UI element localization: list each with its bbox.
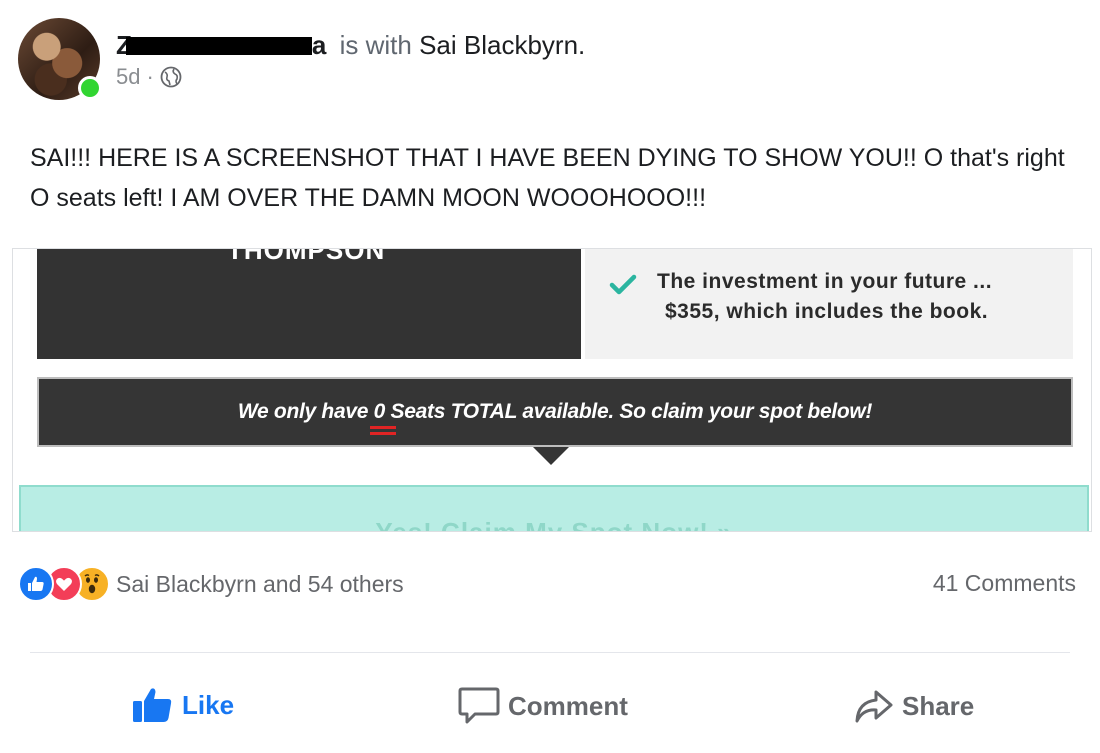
seats-banner-text: We only have 0 Seats TOTAL available. So… xyxy=(238,400,872,435)
comments-count[interactable]: 41 Comments xyxy=(933,570,1076,597)
banner-arrow xyxy=(533,447,569,465)
share-button[interactable]: Share xyxy=(854,688,974,724)
post-body-text: SAI!!! HERE IS A SCREENSHOT THAT I HAVE … xyxy=(30,144,1065,212)
comment-label: Comment xyxy=(508,690,628,721)
author-name[interactable]: Za xyxy=(116,30,326,61)
meta-separator: · xyxy=(146,64,154,89)
globe-icon[interactable] xyxy=(160,66,182,88)
seats-count: 0 xyxy=(369,400,396,435)
like-button[interactable]: Like xyxy=(132,686,234,724)
screenshot-investment-panel: The investment in your future ... $355, … xyxy=(585,249,1073,359)
investment-line-2: $355, which includes the book. xyxy=(665,300,989,323)
author-line: Za is with Sai Blackbyrn. xyxy=(116,30,585,61)
post-timestamp[interactable]: 5d xyxy=(116,64,140,90)
screenshot-cta-text: Yes! Claim My Spot Now! » xyxy=(375,517,733,532)
online-status-dot xyxy=(78,76,102,100)
comment-bubble-icon xyxy=(458,686,500,726)
screenshot-dark-panel: THOMPSON xyxy=(37,249,581,359)
redaction-bar xyxy=(126,37,312,55)
thumbs-up-icon xyxy=(132,686,174,724)
tagged-user-link[interactable]: Sai Blackbyrn. xyxy=(419,30,585,60)
red-underline-mark xyxy=(369,426,396,435)
like-label: Like xyxy=(182,689,235,720)
share-label: Share xyxy=(902,690,975,721)
investment-line-1: The investment in your future ... xyxy=(657,270,993,293)
post-meta: 5d · xyxy=(116,64,182,90)
with-label: is with xyxy=(339,30,412,60)
seats-banner: We only have 0 Seats TOTAL available. So… xyxy=(37,377,1073,447)
share-arrow-icon xyxy=(854,688,894,724)
divider xyxy=(30,652,1070,653)
reactions-summary[interactable]: Sai Blackbyrn and 54 others xyxy=(18,566,404,602)
comment-button[interactable]: Comment xyxy=(458,686,628,726)
reactions-text[interactable]: Sai Blackbyrn and 54 others xyxy=(116,571,404,598)
embedded-screenshot[interactable]: THOMPSON The investment in your future .… xyxy=(12,248,1092,532)
post-header: Za is with Sai Blackbyrn. 5d · xyxy=(18,18,1078,108)
checkmark-icon xyxy=(609,273,637,297)
screenshot-cta-button: Yes! Claim My Spot Now! » xyxy=(19,485,1089,532)
like-icon xyxy=(18,566,54,602)
screenshot-dark-title: THOMPSON xyxy=(227,248,386,265)
investment-text: The investment in your future ... $355, … xyxy=(657,267,992,327)
